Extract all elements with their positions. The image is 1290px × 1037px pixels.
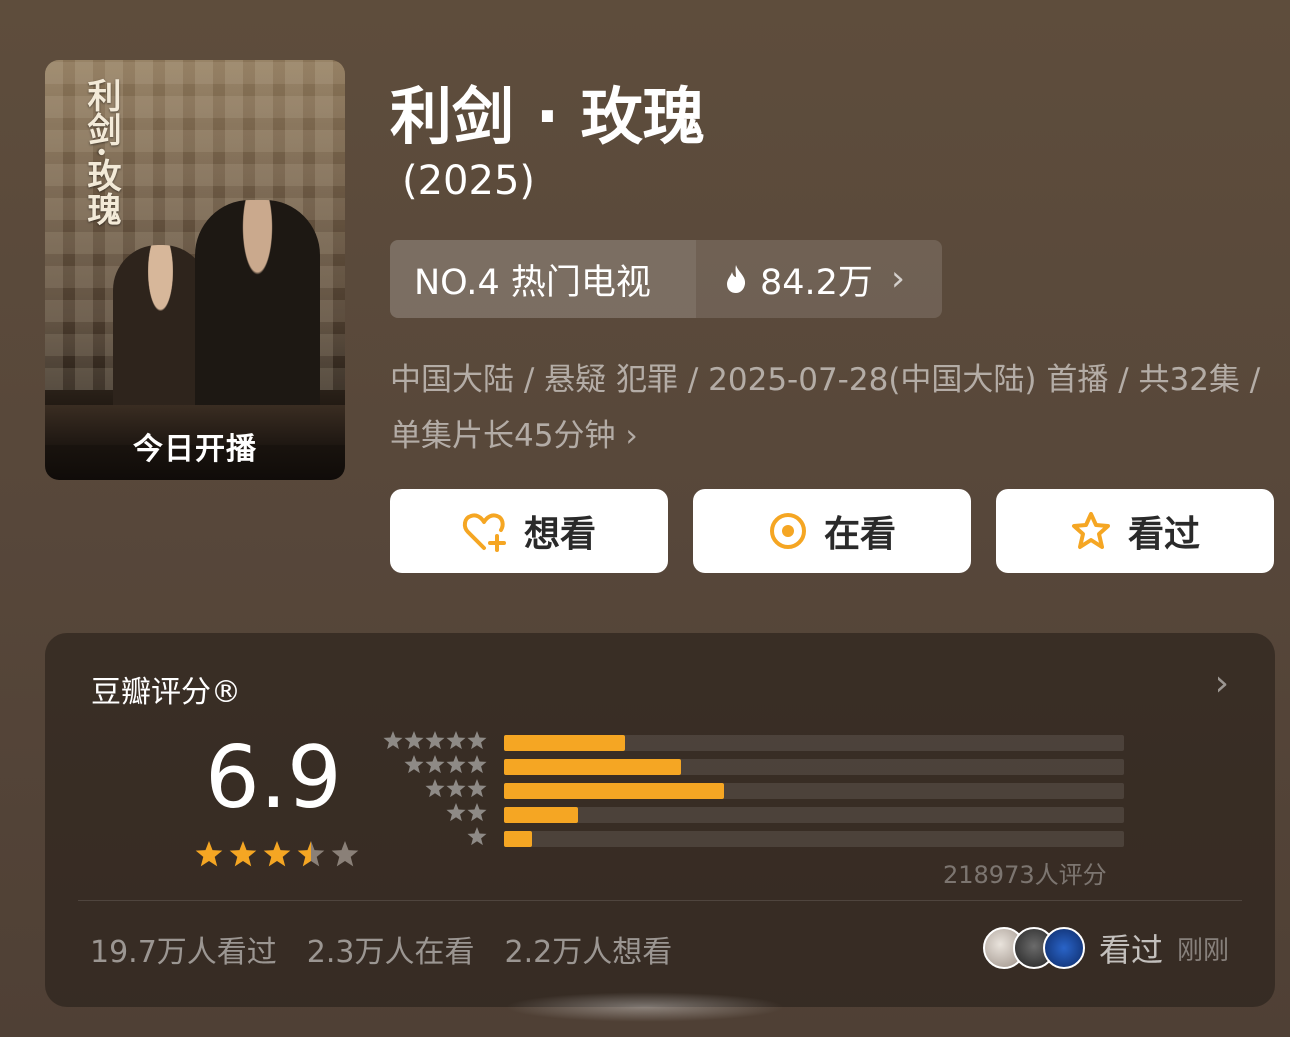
heat-button[interactable]: 84.2万 › [696, 240, 942, 318]
distribution-star [425, 755, 445, 774]
distribution-row [380, 731, 1124, 751]
distribution-stars [383, 731, 487, 750]
distribution-row [380, 827, 1124, 847]
chevron-right-icon: › [890, 259, 905, 299]
rating-stars [195, 841, 359, 867]
distribution-star [425, 731, 445, 750]
distribution-stars [404, 755, 487, 774]
watched-count: 19.7万人看过 [90, 935, 277, 970]
distribution-star [467, 827, 487, 846]
distribution-track [504, 735, 1124, 751]
distribution-stars [446, 803, 487, 822]
friends-time: 刚刚 [1176, 935, 1229, 966]
watching-count: 2.3万人在看 [306, 935, 475, 970]
distribution-bar [504, 783, 725, 799]
page-title: 利剑 · 玫瑰 [390, 80, 705, 153]
distribution-star [467, 755, 487, 774]
home-indicator [505, 992, 785, 1022]
distribution-row [380, 803, 1124, 823]
audience-stats: 19.7万人看过 2.3万人在看 2.2万人想看 [90, 927, 672, 971]
distribution-star [467, 731, 487, 750]
rating-star [263, 841, 291, 867]
release-year: (2025) [402, 158, 536, 204]
poster-title: 利剑·玫瑰 [81, 78, 121, 226]
distribution-star [446, 755, 466, 774]
distribution-bar [504, 759, 681, 775]
distribution-star [404, 755, 424, 774]
distribution-star [404, 731, 424, 750]
distribution-star [446, 803, 466, 822]
distribution-track [504, 807, 1124, 823]
rating-card[interactable]: 豆瓣评分® › 6.9 218973人评分 19.7万人看过 2.3万人在看 2… [45, 633, 1275, 1007]
want-to-watch-label: 想看 [523, 514, 596, 555]
distribution-star [467, 803, 487, 822]
rating-star [331, 841, 359, 867]
heat-value: 84.2万 [760, 262, 873, 303]
distribution-star [446, 731, 466, 750]
watched-button[interactable]: 看过 [996, 489, 1274, 573]
heart-plus-icon [462, 513, 506, 552]
distribution-track [504, 759, 1124, 775]
poster-image[interactable]: 利剑·玫瑰 今日开播 [45, 60, 345, 480]
rating-star [297, 841, 325, 867]
distribution-bar [504, 807, 579, 823]
rating-score: 6.9 [205, 728, 342, 828]
poster-figure-male [195, 200, 320, 425]
star-outline-icon [1071, 512, 1110, 549]
distribution-stars [425, 779, 487, 798]
distribution-stars [467, 827, 487, 846]
watching-button[interactable]: 在看 [693, 489, 971, 573]
distribution-bar [504, 831, 532, 847]
poster-badge: 今日开播 [133, 432, 257, 467]
rank-label[interactable]: NO.4 热门电视 [390, 240, 696, 318]
target-icon [769, 513, 806, 549]
poster-figure-female [113, 245, 208, 420]
rating-star [195, 841, 223, 867]
distribution-star [425, 779, 445, 798]
friends-action: 看过 [1098, 931, 1163, 969]
avatar [1042, 927, 1085, 969]
divider [78, 900, 1242, 901]
meta-text: 中国大陆 / 悬疑 犯罪 / 2025-07-28(中国大陆) 首播 / 共32… [390, 362, 1261, 454]
distribution-star [383, 731, 403, 750]
distribution-track [504, 831, 1124, 847]
want-to-watch-button[interactable]: 想看 [390, 489, 668, 573]
friends-activity[interactable]: 看过 刚刚 [982, 925, 1229, 971]
chevron-right-icon[interactable]: › [1215, 663, 1229, 704]
rating-star [229, 841, 257, 867]
rating-count: 218973人评分 [943, 861, 1107, 889]
want-count: 2.2万人想看 [504, 935, 673, 970]
distribution-track [504, 783, 1124, 799]
chevron-right-icon: › [625, 418, 638, 454]
distribution-row [380, 755, 1124, 775]
meta-info[interactable]: 中国大陆 / 悬疑 犯罪 / 2025-07-28(中国大陆) 首播 / 共32… [390, 352, 1270, 464]
watched-label: 看过 [1127, 514, 1200, 555]
distribution-row [380, 779, 1124, 799]
rating-title: 豆瓣评分® [91, 675, 241, 710]
distribution-star [446, 779, 466, 798]
rank-bar[interactable]: NO.4 热门电视 84.2万 › [390, 240, 942, 318]
distribution-star [467, 779, 487, 798]
distribution-bar [504, 735, 625, 751]
watching-label: 在看 [823, 514, 896, 555]
action-buttons: 想看 在看 看过 [390, 489, 1274, 573]
fire-icon [727, 265, 746, 293]
